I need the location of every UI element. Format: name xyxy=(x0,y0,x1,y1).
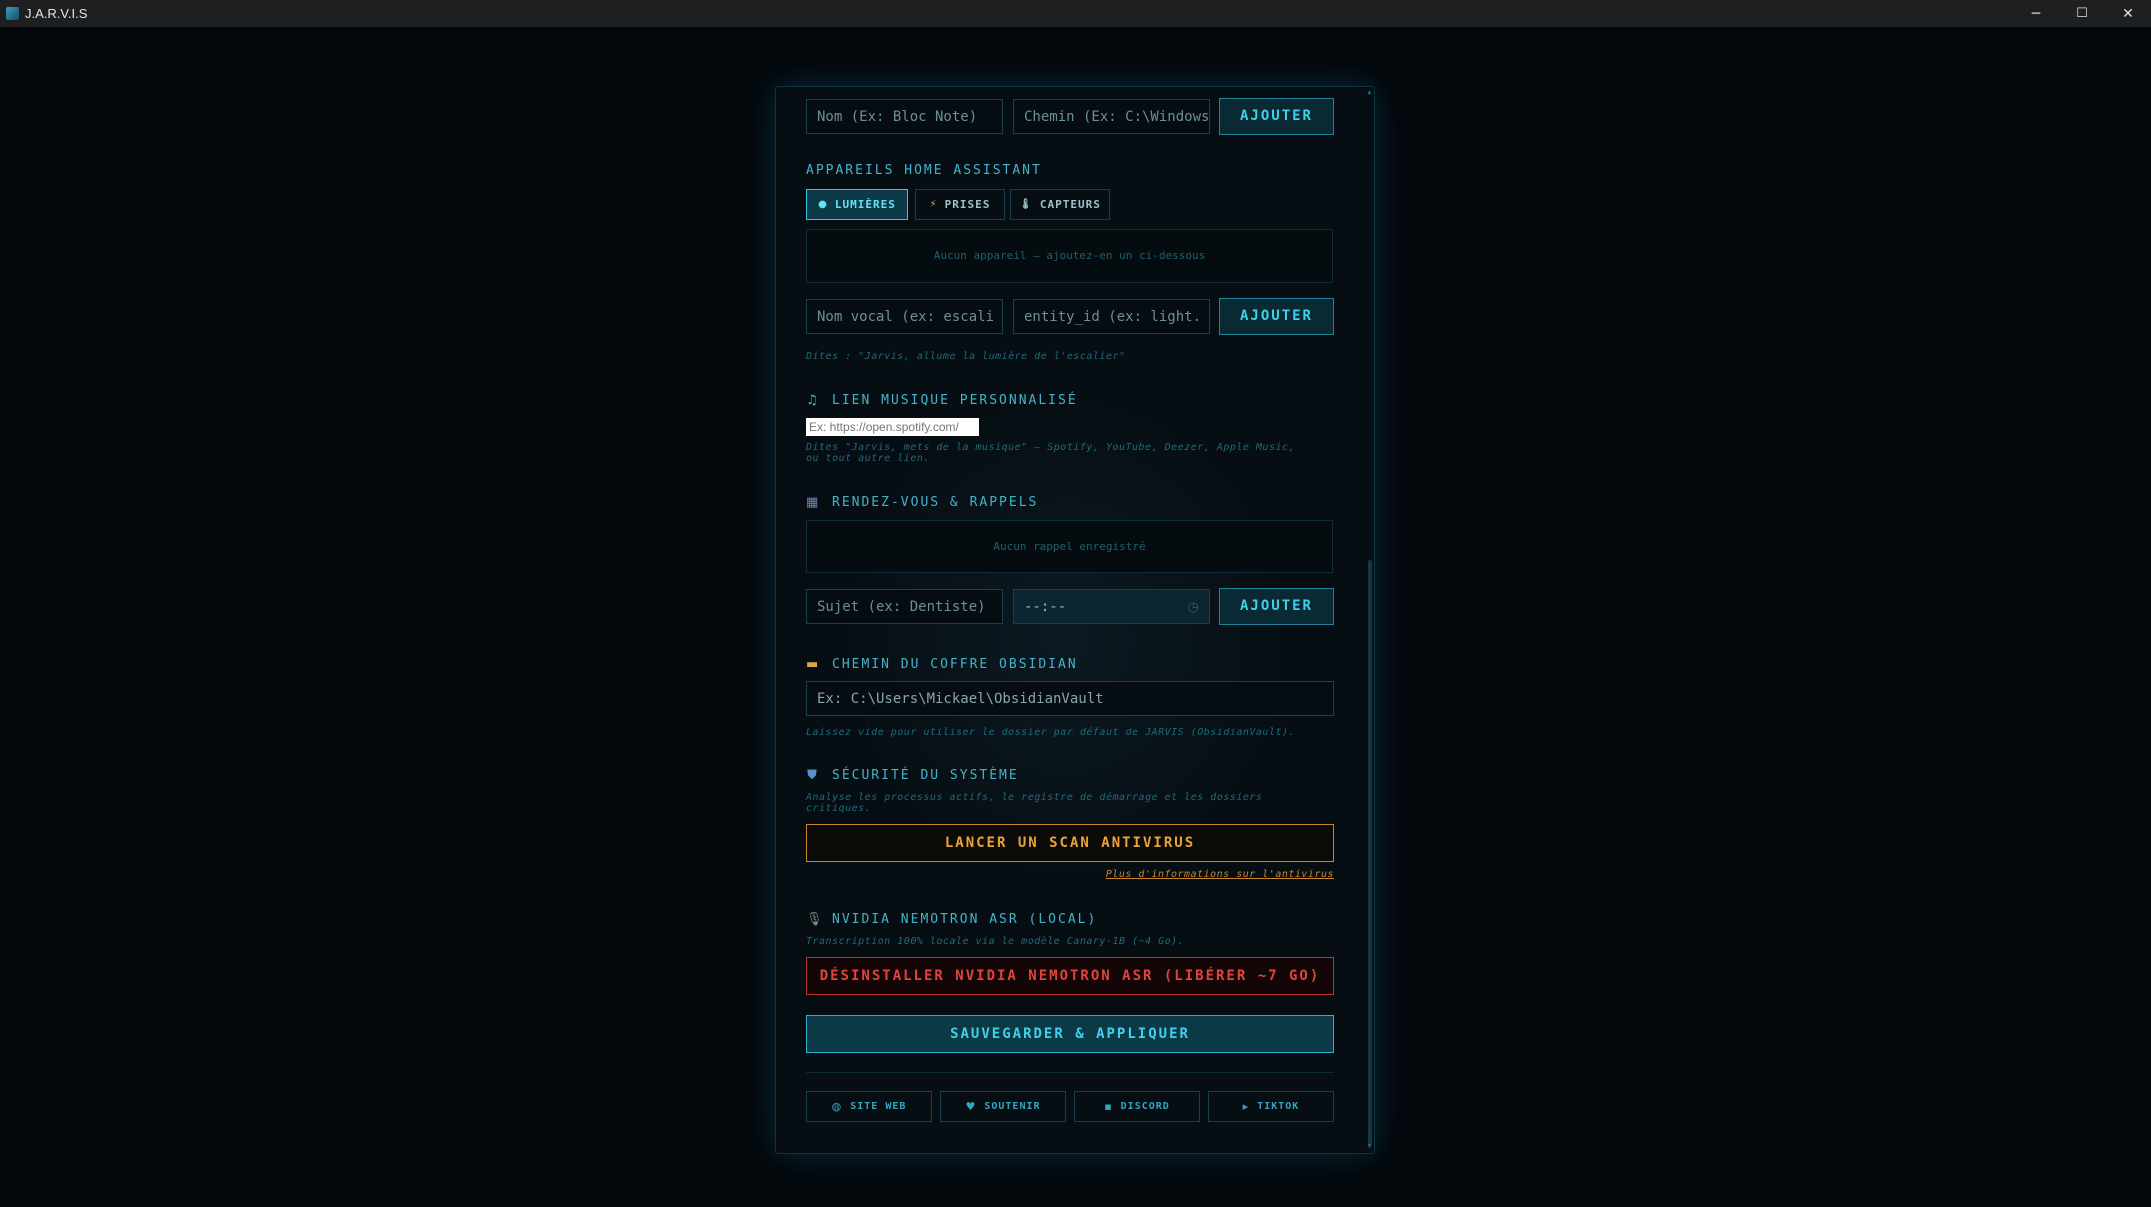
scrollbar-thumb[interactable] xyxy=(1368,560,1372,1146)
discord-button[interactable]: ▪ DISCORD xyxy=(1074,1091,1200,1122)
home-assistant-title: APPAREILS HOME ASSISTANT xyxy=(806,163,1042,178)
tab-label: PRISES xyxy=(944,198,991,211)
tiktok-button[interactable]: ▸ TIKTOK xyxy=(1208,1091,1334,1122)
device-hint: Dites : "Jarvis, allume la lumière de l'… xyxy=(806,351,1126,362)
music-note-icon: ♫ xyxy=(806,393,820,408)
app-path-input[interactable]: Chemin (Ex: C:\Windows xyxy=(1013,99,1210,134)
time-placeholder: --:-- xyxy=(1024,599,1067,615)
obsidian-hint: Laissez vide pour utiliser le dossier pa… xyxy=(806,727,1296,738)
footer-label: TIKTOK xyxy=(1257,1101,1300,1112)
tab-lumieres[interactable]: ● LUMIÈRES xyxy=(806,189,908,220)
add-device-button[interactable]: AJOUTER xyxy=(1219,298,1334,335)
security-title: ⛊ SÉCURITÉ DU SYSTÈME xyxy=(807,768,1019,783)
footer-divider xyxy=(806,1072,1334,1073)
scroll-down-arrow[interactable]: ▼ xyxy=(1366,1143,1373,1150)
app-name-input[interactable]: Nom (Ex: Bloc Note) xyxy=(806,99,1003,134)
reminder-time-input[interactable]: --:-- ◷ xyxy=(1013,589,1210,624)
antivirus-info-link[interactable]: Plus d'informations sur l'antivirus xyxy=(1106,869,1334,880)
calendar-icon: ▦ xyxy=(806,495,821,510)
chat-bubble-icon: ▪ xyxy=(1104,1100,1113,1113)
website-button[interactable]: ◍ SITE WEB xyxy=(806,1091,932,1122)
save-apply-button[interactable]: SAUVEGARDER & APPLIQUER xyxy=(806,1015,1334,1053)
heart-icon: ♥ xyxy=(965,1100,977,1113)
globe-icon: ◍ xyxy=(831,1100,843,1113)
reminders-empty-state: Aucun rappel enregistré xyxy=(806,520,1333,573)
voice-name-input[interactable]: Nom vocal (ex: escali xyxy=(806,299,1003,334)
antivirus-scan-button[interactable]: LANCER UN SCAN ANTIVIRUS xyxy=(806,824,1334,862)
obsidian-title: ▬ CHEMIN DU COFFRE OBSIDIAN xyxy=(806,657,1078,672)
security-hint-line2: critiques. xyxy=(806,803,872,814)
tab-prises[interactable]: ⚡ PRISES xyxy=(915,189,1005,220)
clock-icon[interactable]: ◷ xyxy=(1188,590,1199,623)
music-hint-line1: Dites "Jarvis, mets de la musique" — Spo… xyxy=(806,442,1296,453)
microphone-icon: 🎙 xyxy=(806,912,825,927)
close-button[interactable]: ✕ xyxy=(2105,0,2151,27)
support-button[interactable]: ♥ SOUTENIR xyxy=(940,1091,1066,1122)
app-icon xyxy=(6,7,19,20)
reminder-subject-input[interactable]: Sujet (ex: Dentiste) xyxy=(806,589,1003,624)
reminders-title: ▦ RENDEZ-VOUS & RAPPELS xyxy=(806,495,1039,510)
tab-label: LUMIÈRES xyxy=(834,198,896,211)
folder-icon: ▬ xyxy=(806,657,821,672)
uninstall-asr-button[interactable]: DÉSINSTALLER NVIDIA NEMOTRON ASR (LIBÉRE… xyxy=(806,957,1334,995)
obsidian-path-input[interactable]: Ex: C:\Users\Mickael\ObsidianVault xyxy=(806,681,1334,716)
security-hint-line1: Analyse les processus actifs, le registr… xyxy=(806,792,1263,803)
settings-panel: ▲ ▼ Nom (Ex: Bloc Note) Chemin (Ex: C:\W… xyxy=(775,86,1375,1154)
footer-label: DISCORD xyxy=(1120,1101,1170,1112)
tab-label: CAPTEURS xyxy=(1039,198,1101,211)
maximize-button[interactable]: ☐ xyxy=(2059,0,2105,27)
add-reminder-button[interactable]: AJOUTER xyxy=(1219,588,1334,625)
asr-hint: Transcription 100% locale via le modèle … xyxy=(806,936,1185,947)
asr-title: 🎙 NVIDIA NEMOTRON ASR (LOCAL) xyxy=(806,912,1098,927)
devices-empty-state: Aucun appareil — ajoutez-en un ci-dessou… xyxy=(806,229,1333,283)
minimize-button[interactable]: ─ xyxy=(2013,0,2059,27)
footer-label: SOUTENIR xyxy=(984,1101,1041,1112)
tab-capteurs[interactable]: 🌡 CAPTEURS xyxy=(1010,189,1110,220)
light-icon: ● xyxy=(818,199,828,210)
thermometer-icon: 🌡 xyxy=(1019,199,1033,210)
play-icon: ▸ xyxy=(1242,1100,1250,1113)
music-hint-line2: ou tout autre lien. xyxy=(806,453,930,464)
entity-id-input[interactable]: entity_id (ex: light. xyxy=(1013,299,1210,334)
plug-icon: ⚡ xyxy=(929,199,938,210)
music-link-input[interactable]: Ex: https://open.spotify.com/ xyxy=(806,418,979,436)
title-bar: J.A.R.V.I.S ─ ☐ ✕ xyxy=(0,0,2151,27)
footer-label: SITE WEB xyxy=(850,1101,907,1112)
add-app-button[interactable]: AJOUTER xyxy=(1219,98,1334,135)
window-title: J.A.R.V.I.S xyxy=(25,6,88,21)
music-title: ♫ LIEN MUSIQUE PERSONNALISÉ xyxy=(806,393,1078,408)
shield-icon: ⛊ xyxy=(807,768,819,783)
